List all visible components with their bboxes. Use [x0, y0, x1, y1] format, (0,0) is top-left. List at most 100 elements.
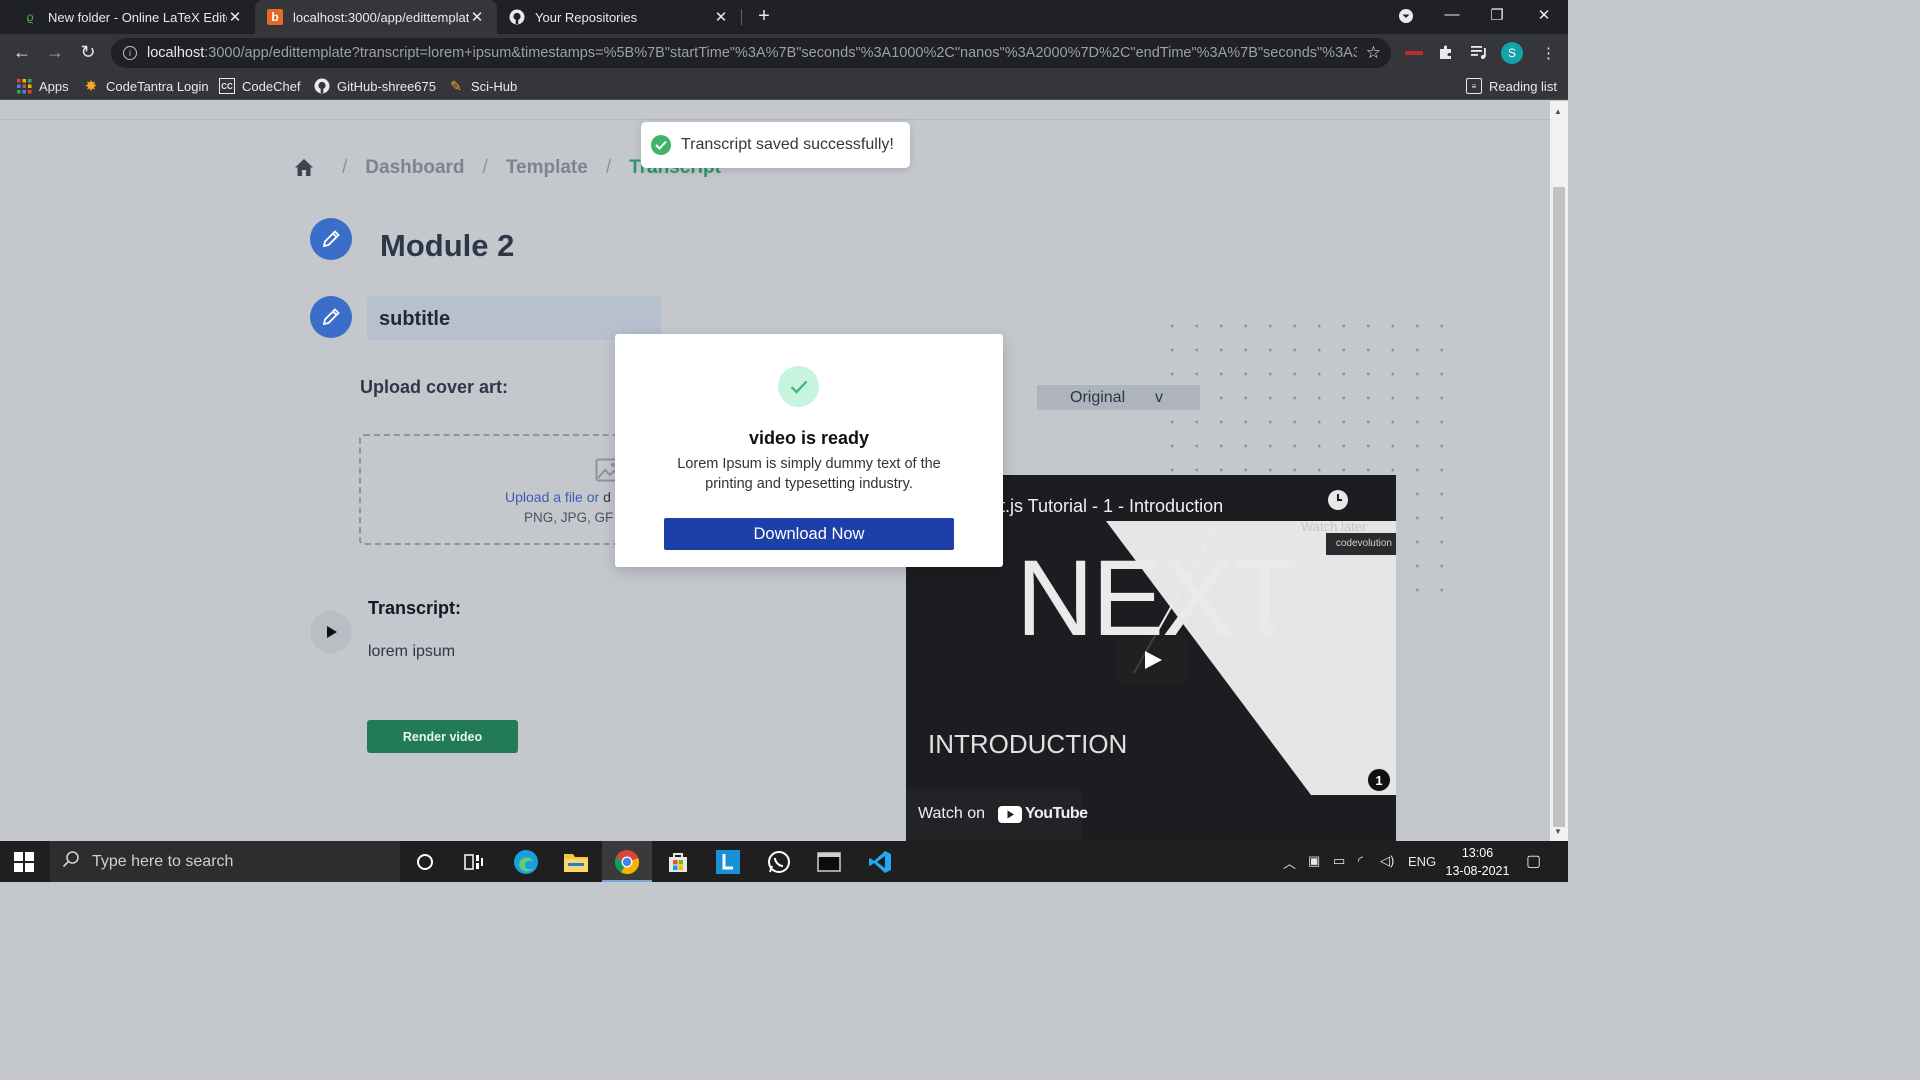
battery-icon[interactable]: ▭ — [1333, 853, 1345, 869]
lyx-icon[interactable] — [713, 847, 743, 877]
tab-separator — [741, 9, 742, 25]
whatsapp-icon[interactable] — [764, 847, 794, 877]
taskbar-search[interactable]: Type here to search — [50, 841, 400, 882]
watch-later-label[interactable]: Watch later — [1301, 519, 1366, 534]
tab-repositories[interactable]: Your Repositories ✕ — [497, 0, 741, 34]
forward-icon[interactable]: → — [44, 42, 66, 63]
codetantra-icon: ✸ — [84, 78, 98, 95]
watch-on-youtube[interactable]: Watch on YouTube — [906, 789, 1088, 841]
apps-grid-icon — [16, 78, 32, 94]
new-tab-icon[interactable]: + — [754, 6, 774, 26]
reading-list-icon: ≡ — [1466, 78, 1482, 94]
volume-icon[interactable]: ◁) — [1380, 853, 1394, 869]
cortana-icon[interactable] — [410, 847, 440, 877]
video-ready-modal: video is ready Lorem Ipsum is simply dum… — [615, 334, 1003, 567]
breadcrumb-separator: / — [482, 157, 488, 178]
bookmark-github[interactable]: GitHub-shree675 — [314, 78, 436, 94]
edge-icon[interactable] — [511, 847, 541, 877]
address-bar[interactable]: i localhost:3000/app/edittemplate?transc… — [111, 38, 1391, 68]
extensions-puzzle-icon[interactable] — [1438, 44, 1454, 64]
reading-list-label: Reading list — [1489, 78, 1557, 94]
chrome-icon[interactable] — [612, 847, 642, 877]
upload-link-line: Upload a file or d — [505, 489, 611, 505]
url-host: localhost — [147, 45, 205, 61]
url-text[interactable]: localhost:3000/app/edittemplate?transcri… — [147, 45, 1357, 61]
edit-subtitle-button[interactable] — [310, 296, 352, 338]
github-icon — [509, 9, 525, 25]
bookmark-star-icon[interactable]: ☆ — [1366, 43, 1381, 63]
reload-icon[interactable]: ↻ — [77, 42, 99, 63]
modal-description: Lorem Ipsum is simply dummy text of the … — [677, 456, 941, 492]
bookmark-label: Apps — [39, 78, 69, 94]
transcript-label: Transcript: — [368, 598, 462, 618]
module-title[interactable]: Module 2 — [380, 228, 514, 264]
bookmark-apps[interactable]: Apps — [16, 78, 69, 94]
youtube-wordmark: YouTube — [1025, 805, 1088, 822]
extension-icon[interactable] — [1405, 51, 1423, 55]
scroll-thumb[interactable] — [1553, 187, 1565, 827]
language-indicator[interactable]: ENG — [1408, 854, 1436, 869]
tab-edittemplate[interactable]: b localhost:3000/app/edittemplate ✕ — [255, 0, 497, 34]
render-video-button[interactable]: Render video — [367, 720, 518, 753]
restore-icon[interactable]: ❐ — [1487, 6, 1507, 24]
transcript-text[interactable]: lorem ipsum — [368, 643, 455, 661]
file-explorer-icon[interactable] — [561, 847, 591, 877]
scroll-down-icon[interactable]: ▼ — [1554, 827, 1562, 836]
network-icon[interactable]: ◜ — [1358, 853, 1363, 869]
bookmark-label: CodeTantra Login — [106, 78, 209, 94]
page-scrollbar[interactable]: ▲ ▼ — [1550, 101, 1568, 841]
play-transcript-button[interactable] — [310, 611, 352, 653]
tab-search-icon[interactable] — [1396, 8, 1416, 28]
scroll-up-icon[interactable]: ▲ — [1554, 107, 1562, 116]
youtube-icon — [998, 805, 1022, 823]
tab-latex-editor[interactable]: ϱ New folder - Online LaTeX Editor ✕ — [10, 0, 255, 34]
pencil-icon — [322, 230, 340, 248]
reading-list[interactable]: ≡ Reading list — [1466, 78, 1557, 94]
minimize-icon[interactable]: — — [1442, 6, 1462, 23]
toast-message: Transcript saved successfully! — [681, 136, 894, 153]
download-now-button[interactable]: Download Now — [664, 518, 954, 550]
media-control-icon[interactable] — [1470, 44, 1488, 64]
vscode-icon[interactable] — [865, 847, 895, 877]
bookmark-codetantra[interactable]: ✸ CodeTantra Login — [83, 78, 209, 95]
clock-time: 13:06 — [1461, 846, 1494, 860]
windows-taskbar: Type here to search ︿ ▣ ▭ ◜ ◁) ENG 13:06… — [0, 841, 1568, 882]
notification-icon[interactable]: ▢ — [1526, 851, 1541, 871]
language-select[interactable]: Original v — [1037, 385, 1200, 410]
close-tab-icon[interactable]: ✕ — [469, 8, 485, 26]
terminal-icon[interactable] — [814, 847, 844, 877]
cover-art-dropzone[interactable]: Upload a file or d PNG, JPG, GF u — [359, 434, 659, 545]
home-icon[interactable] — [294, 158, 316, 178]
site-info-icon[interactable]: i — [123, 46, 137, 60]
upload-file-link[interactable]: Upload a file or — [505, 489, 599, 505]
bookmark-scihub[interactable]: ✎ Sci-Hub — [448, 78, 517, 94]
search-icon — [62, 850, 80, 873]
close-tab-icon[interactable]: ✕ — [227, 8, 243, 26]
bookmark-label: Sci-Hub — [471, 78, 518, 94]
task-view-icon[interactable] — [459, 847, 489, 877]
taskbar-clock[interactable]: 13:06 13-08-2021 — [1440, 844, 1515, 880]
clock-icon[interactable] — [1328, 490, 1348, 510]
breadcrumb-template[interactable]: Template — [506, 157, 588, 179]
video-number-badge: 1 — [1367, 768, 1391, 792]
windows-start-icon[interactable] — [14, 852, 34, 877]
close-tab-icon[interactable]: ✕ — [713, 8, 729, 26]
tray-chevron-icon[interactable]: ︿ — [1283, 853, 1296, 872]
bookmark-codechef[interactable]: CC CodeChef — [219, 78, 301, 94]
close-window-icon[interactable]: ✕ — [1534, 6, 1554, 24]
breadcrumb-separator: / — [605, 157, 612, 178]
youtube-play-button[interactable] — [1117, 635, 1187, 685]
profile-avatar[interactable]: S — [1501, 42, 1523, 64]
video-title[interactable]: t.js Tutorial - 1 - Introduction — [1000, 496, 1223, 517]
tray-app-icon[interactable]: ▣ — [1308, 853, 1320, 869]
edit-title-button[interactable] — [310, 218, 352, 260]
play-icon — [327, 626, 337, 638]
menu-dots-icon[interactable]: ⋮ — [1541, 44, 1556, 62]
tab-title: New folder - Online LaTeX Editor — [48, 9, 227, 25]
store-icon[interactable] — [663, 847, 693, 877]
back-icon[interactable]: ← — [11, 42, 33, 63]
select-value: Original — [1070, 389, 1126, 406]
bookmarks-bar: Apps ✸ CodeTantra Login CC CodeChef GitH… — [0, 72, 1568, 100]
breadcrumb-dashboard[interactable]: Dashboard — [365, 157, 464, 179]
search-placeholder: Type here to search — [92, 852, 234, 870]
